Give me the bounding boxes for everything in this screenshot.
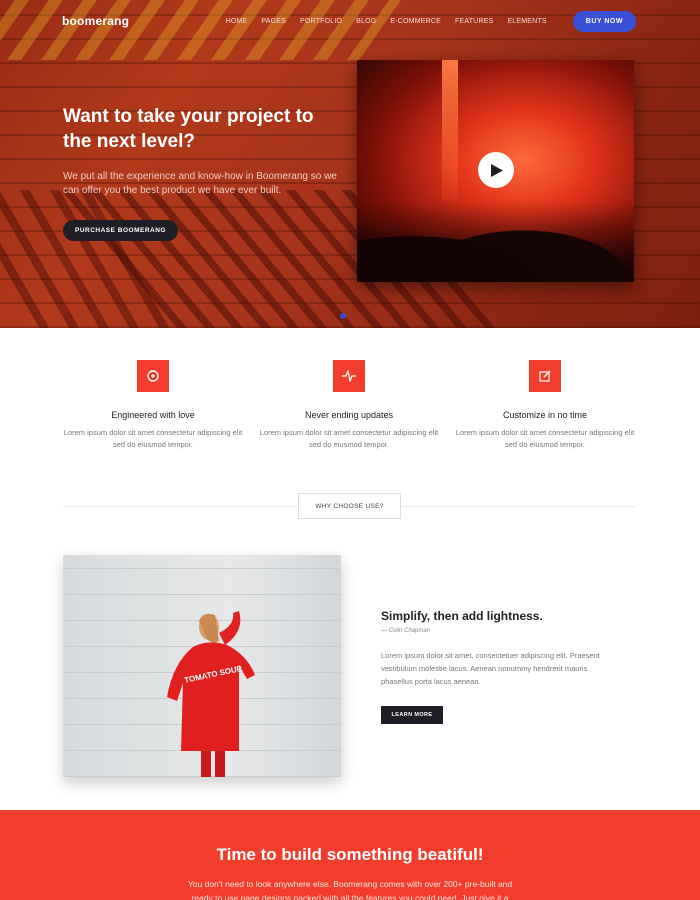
woman-figure: TOMATO SOUP (167, 611, 255, 777)
feature-icon-box (137, 360, 169, 392)
feature-icon-box (333, 360, 365, 392)
hero-section: boomerang HOME PAGES PORTFOLIO BLOG E-CO… (0, 0, 700, 328)
purchase-button[interactable]: PURCHASE BOOMERANG (63, 220, 178, 241)
hero-title: Want to take your project to the next le… (63, 106, 314, 152)
disc-icon (147, 370, 159, 382)
play-icon (491, 163, 503, 177)
about-quote-author: — Colin Chapman (381, 628, 431, 634)
why-choose-label: WHY CHOOSE USE? (298, 493, 401, 519)
stage-light (442, 60, 458, 200)
feature-title: Customize in no time (502, 410, 588, 420)
feature-icon-box (529, 360, 561, 392)
nav-item-home[interactable]: HOME (226, 18, 248, 25)
play-button[interactable] (478, 152, 514, 188)
top-navbar: boomerang HOME PAGES PORTFOLIO BLOG E-CO… (62, 10, 636, 32)
feature-text: Lorem ipsum dolor sit amet consectetur a… (259, 428, 439, 449)
video-thumbnail[interactable] (357, 60, 634, 282)
nav-item-pages[interactable]: PAGES (261, 18, 286, 25)
pulse-icon (342, 370, 356, 382)
hero-description: We put all the experience and know-how i… (63, 171, 337, 196)
nav-item-features[interactable]: FEATURES (455, 18, 493, 25)
concert-crowd (357, 202, 634, 282)
feature-text: Lorem ipsum dolor sit amet consectetur a… (63, 428, 243, 449)
feature-title: Never ending updates (304, 410, 394, 420)
buy-now-button[interactable]: BUY NOW (572, 10, 636, 32)
edit-icon (539, 370, 551, 382)
woman-photo: TOMATO SOUP (63, 555, 341, 777)
cta-title: Time to build something beatiful! (216, 845, 484, 864)
feature-customize: Customize in no time Lorem ipsum dolor s… (455, 360, 635, 451)
feature-updates: Never ending updates Lorem ipsum dolor s… (259, 360, 439, 451)
feature-title: Engineered with love (111, 410, 195, 420)
learn-more-button[interactable]: LEARN MORE (381, 706, 443, 724)
slider-dot-active[interactable] (340, 313, 346, 319)
brand-logo[interactable]: boomerang (62, 14, 129, 28)
nav-item-blog[interactable]: BLOG (356, 18, 376, 25)
feature-engineered: Engineered with love Lorem ipsum dolor s… (63, 360, 243, 451)
about-title: Simplify, then add lightness. (381, 609, 543, 623)
nav-item-ecommerce[interactable]: E-COMMERCE (390, 18, 441, 25)
main-menu: HOME PAGES PORTFOLIO BLOG E-COMMERCE FEA… (226, 10, 636, 32)
nav-item-portfolio[interactable]: PORTFOLIO (300, 18, 342, 25)
cta-text: You don't need to look anywhere else. Bo… (187, 879, 513, 900)
nav-item-elements[interactable]: ELEMENTS (507, 18, 546, 25)
about-text: Lorem ipsum dolor sit amet, consectetuer… (381, 651, 600, 686)
feature-text: Lorem ipsum dolor sit amet consectetur a… (455, 428, 635, 449)
